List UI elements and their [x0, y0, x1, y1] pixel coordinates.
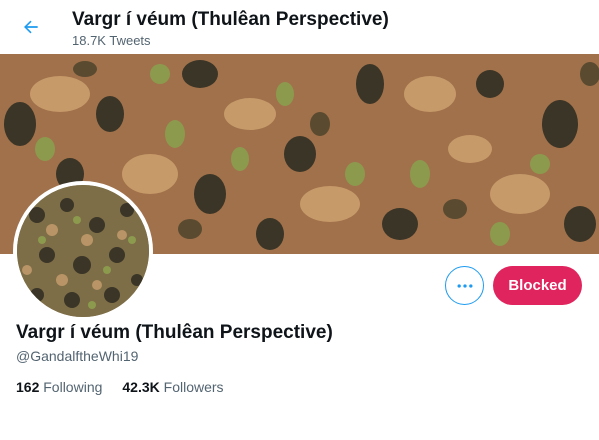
profile-name: Vargr í véum (Thulêan Perspective)	[16, 322, 333, 343]
profile-header: Vargr í véum (Thulêan Perspective) 18.7K…	[0, 0, 599, 54]
avatar[interactable]	[13, 181, 153, 321]
arrow-left-icon	[24, 20, 38, 34]
following-link[interactable]: 162 Following	[16, 379, 102, 395]
back-button[interactable]	[14, 10, 48, 44]
avatar-image	[17, 185, 149, 317]
more-options-button[interactable]	[445, 266, 484, 305]
more-horizontal-icon	[457, 283, 472, 288]
following-label: Following	[43, 379, 103, 395]
profile-stats: 162 Following 42.3K Followers	[16, 379, 224, 395]
profile-handle: @GandalftheWhi19	[16, 348, 139, 364]
followers-link[interactable]: 42.3K Followers	[122, 379, 223, 395]
tweet-count: 18.7K Tweets	[72, 33, 151, 48]
followers-label: Followers	[163, 379, 224, 395]
blocked-button[interactable]: Blocked	[493, 266, 582, 305]
following-count: 162	[16, 379, 40, 395]
followers-count: 42.3K	[122, 379, 160, 395]
header-title: Vargr í véum (Thulêan Perspective)	[72, 9, 389, 30]
